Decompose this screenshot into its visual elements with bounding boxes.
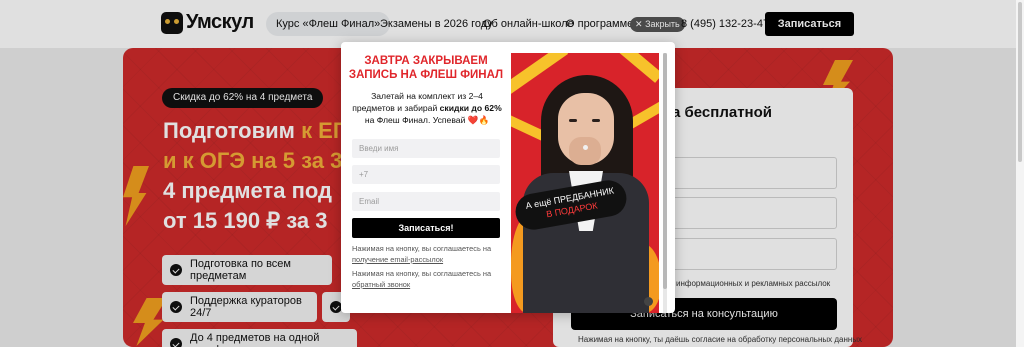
- modal-scrollbar-thumb[interactable]: [663, 53, 667, 289]
- promo-modal: ЗАВТРА ЗАКРЫВАЕМ ЗАПИСЬ НА ФЛЕШ ФИНАЛ За…: [341, 42, 675, 313]
- promo-photo: А ещё ПРЕДБАННИК В ПОДАРОК: [511, 53, 659, 313]
- modal-title-line: ЗАВТРА ЗАКРЫВАЕМ: [364, 55, 488, 67]
- modal-description: Залетай на комплект из 2–4 предметов и з…: [352, 91, 502, 125]
- email-consent-link[interactable]: получение email-рассылок: [352, 254, 502, 265]
- modal-submit-button[interactable]: Записаться!: [352, 218, 500, 238]
- carousel-dot: [644, 297, 653, 306]
- email-input[interactable]: [352, 192, 500, 211]
- name-input[interactable]: [352, 139, 500, 158]
- modal-title-line: ЗАПИСЬ НА ФЛЕШ ФИНАЛ: [348, 69, 504, 81]
- callback-consent-link[interactable]: обратный звонок: [352, 279, 502, 290]
- modal-title: ЗАВТРА ЗАКРЫВАЕМ ЗАПИСЬ НА ФЛЕШ ФИНАЛ: [341, 54, 511, 82]
- email-consent-note: Нажимая на кнопку, вы соглашаетесь на по…: [352, 243, 502, 265]
- callback-consent-note: Нажимая на кнопку, вы соглашаетесь на об…: [352, 268, 502, 290]
- phone-input[interactable]: [352, 165, 500, 184]
- page-scrollbar-thumb[interactable]: [1018, 2, 1022, 162]
